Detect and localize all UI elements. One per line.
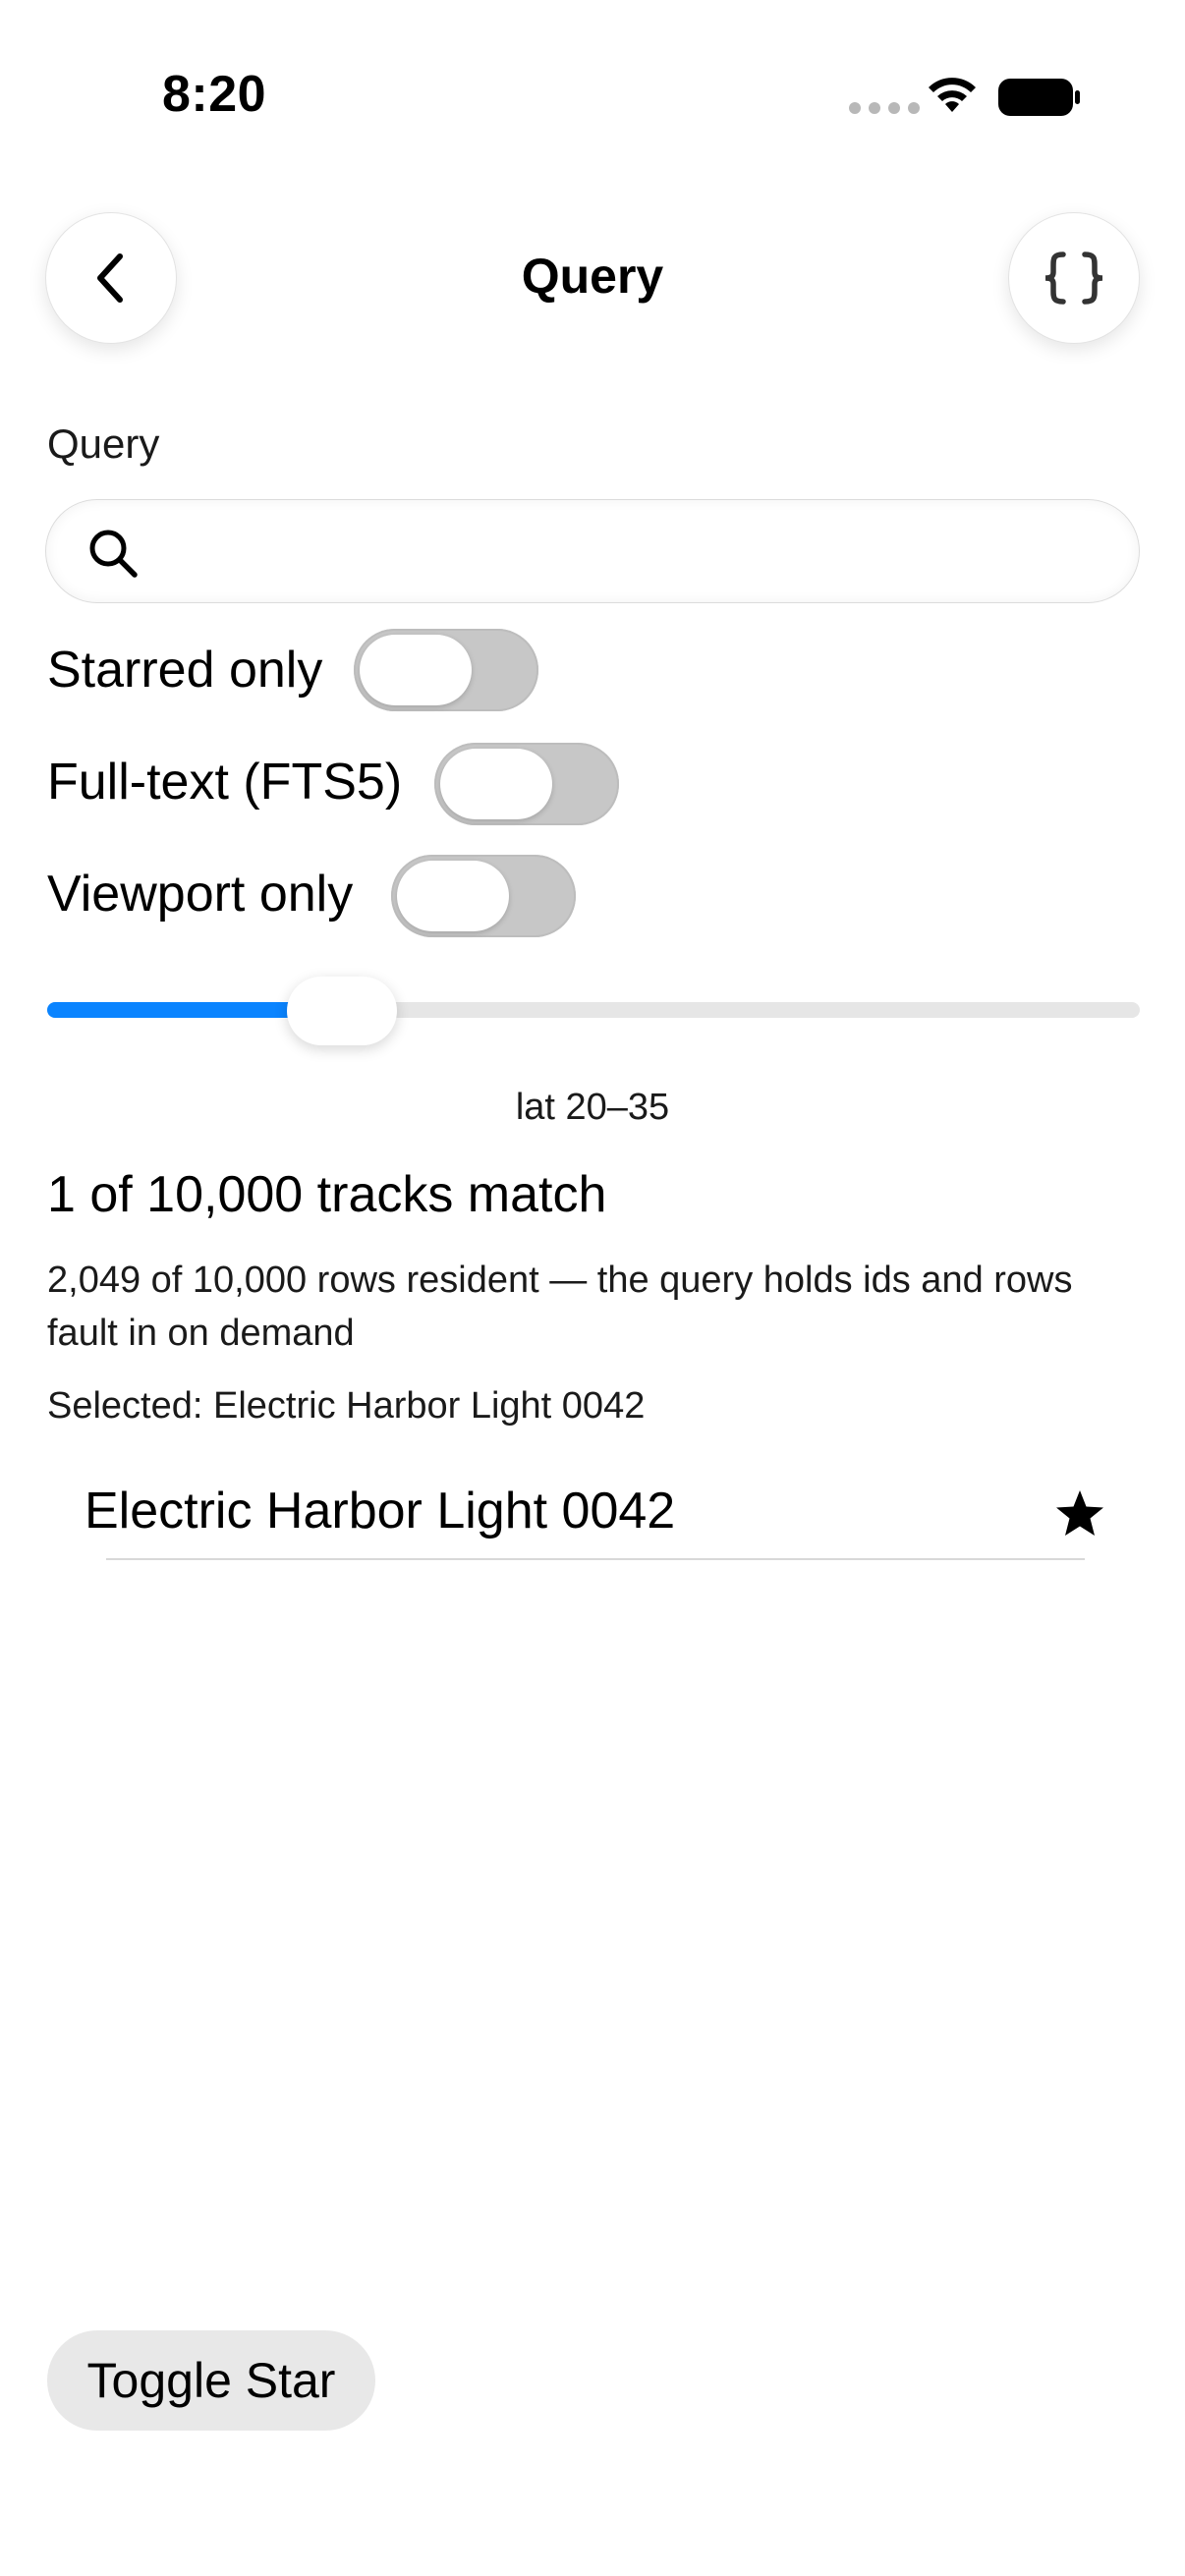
json-view-button[interactable] (1008, 212, 1140, 344)
selected-track-label: Selected: Electric Harbor Light 0042 (47, 1385, 646, 1427)
toggle-knob (397, 861, 509, 931)
track-title: Electric Harbor Light 0042 (85, 1483, 676, 1540)
starred-only-label: Starred only (47, 642, 323, 699)
viewport-only-label: Viewport only (47, 866, 354, 923)
search-input[interactable] (156, 518, 1123, 588)
wifi-icon (929, 78, 976, 112)
match-count: 1 of 10,000 tracks match (47, 1166, 607, 1223)
battery-icon (998, 79, 1080, 116)
full-text-label: Full-text (FTS5) (47, 754, 403, 811)
latitude-slider-thumb[interactable] (287, 977, 398, 1045)
status-time: 8:20 (162, 66, 267, 123)
query-label: Query (47, 420, 160, 467)
latitude-range-caption: lat 20–35 (515, 1087, 670, 1128)
row-divider (106, 1558, 1085, 1560)
star-filled-icon (1056, 1490, 1103, 1536)
resident-rows-info: 2,049 of 10,000 rows resident — the quer… (47, 1260, 1073, 1354)
search-field[interactable] (45, 499, 1140, 603)
search-icon (89, 530, 138, 578)
full-text-toggle[interactable] (434, 743, 619, 825)
toggle-knob (440, 749, 552, 819)
cellular-signal-icon (849, 102, 920, 114)
starred-only-toggle[interactable] (354, 629, 538, 711)
toggle-star-button[interactable]: Toggle Star (47, 2330, 375, 2431)
track-row[interactable]: Electric Harbor Light 0042 (47, 1462, 1140, 1560)
viewport-only-toggle[interactable] (391, 855, 576, 937)
curly-braces-icon (1044, 252, 1103, 305)
toggle-knob (360, 635, 472, 705)
